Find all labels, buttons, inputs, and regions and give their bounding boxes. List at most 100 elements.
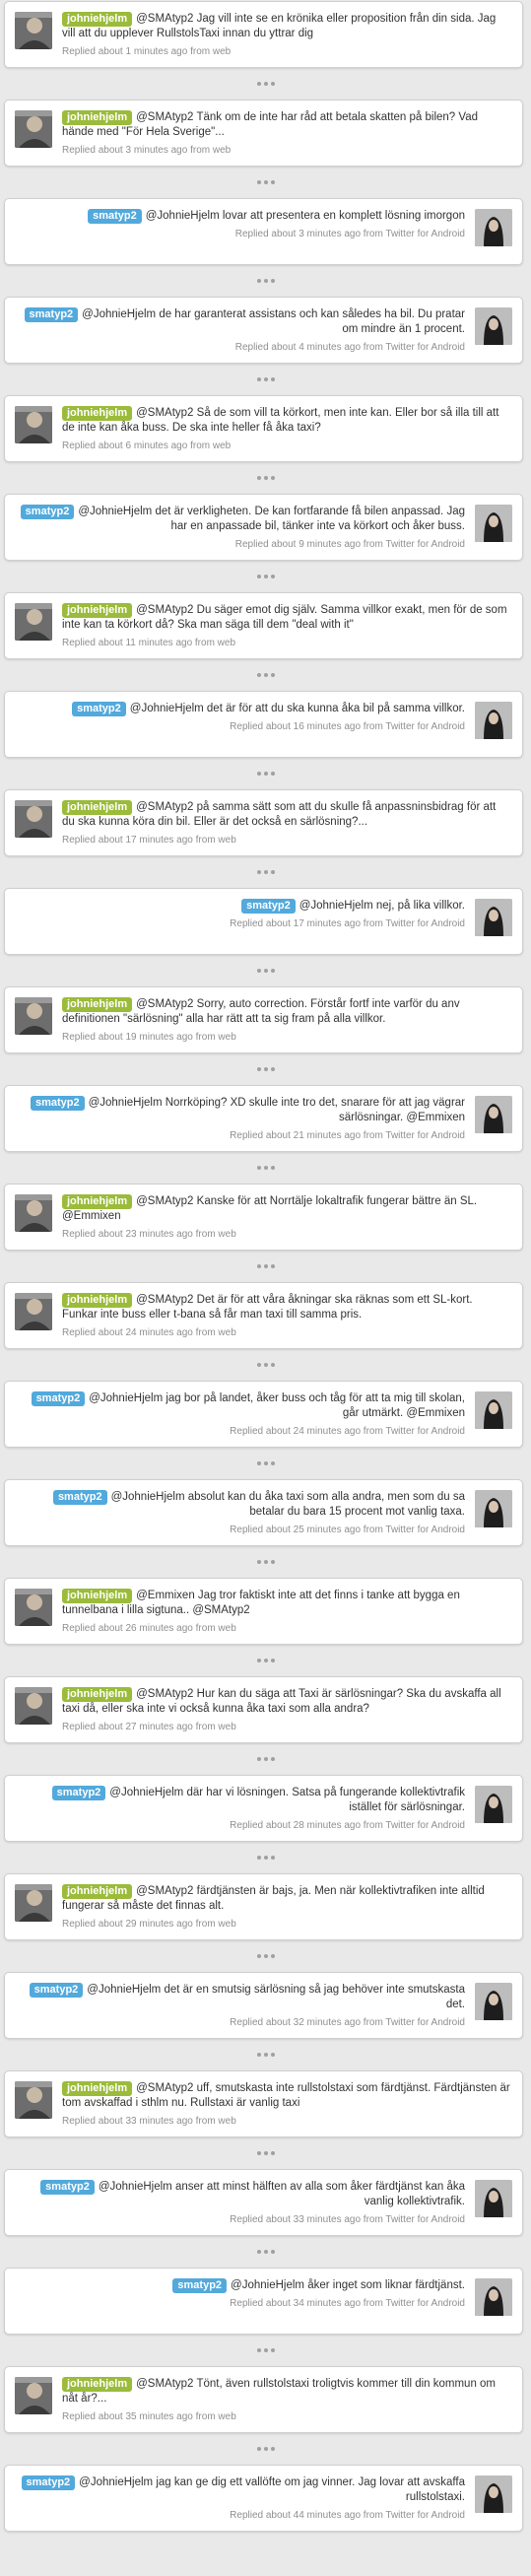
username-badge[interactable]: johniehjelm [62, 1194, 133, 1209]
ellipsis-icon[interactable] [0, 1458, 531, 1468]
username-badge[interactable]: smatyp2 [40, 2180, 95, 2195]
username-badge[interactable]: smatyp2 [21, 2475, 76, 2490]
tweet-content: johniehjelm @SMAtyp2 Det är för att våra … [62, 1293, 510, 1339]
tweet-content: johniehjelm @SMAtyp2 Så de som vill ta kö… [62, 406, 510, 452]
tweet-meta: Replied about 35 minutes ago from web [62, 2411, 236, 2422]
ellipsis-icon[interactable] [0, 966, 531, 976]
tweet-content: smatyp2 @JohnieHjelm där har vi lösningen… [17, 1786, 465, 1832]
username-badge[interactable]: smatyp2 [72, 702, 126, 716]
username-badge[interactable]: johniehjelm [62, 800, 133, 815]
username-badge[interactable]: smatyp2 [30, 1096, 85, 1111]
ellipsis-icon[interactable] [0, 1656, 531, 1665]
ellipsis-icon[interactable] [0, 1064, 531, 1074]
avatar[interactable] [15, 110, 52, 148]
tweet-content: smatyp2 @JohnieHjelm det är en smutsig sä… [17, 1983, 465, 2029]
username-badge[interactable]: smatyp2 [24, 307, 79, 322]
avatar[interactable] [475, 899, 512, 936]
tweet-meta: Replied about 28 minutes ago from Twitte… [230, 1820, 465, 1831]
username-badge[interactable]: smatyp2 [241, 899, 296, 914]
ellipsis-icon[interactable] [0, 769, 531, 779]
ellipsis-icon[interactable] [0, 177, 531, 187]
ellipsis-icon[interactable] [0, 276, 531, 286]
username-badge[interactable]: johniehjelm [62, 406, 133, 421]
avatar[interactable] [475, 1983, 512, 2020]
ellipsis-icon[interactable] [0, 1557, 531, 1567]
username-badge[interactable]: johniehjelm [62, 12, 133, 27]
avatar[interactable] [475, 1490, 512, 1527]
avatar[interactable] [475, 209, 512, 246]
username-badge[interactable]: smatyp2 [51, 1786, 106, 1800]
ellipsis-icon[interactable] [0, 1951, 531, 1961]
avatar[interactable] [15, 12, 52, 49]
ellipsis-icon[interactable] [0, 867, 531, 877]
avatar[interactable] [475, 702, 512, 739]
tweet-message: smatyp2 @JohnieHjelm det är en smutsig sä… [17, 1983, 465, 2012]
tweet-text: @JohnieHjelm de har garanterat assistans… [82, 308, 465, 335]
tweet-meta: Replied about 24 minutes ago from Twitte… [230, 1426, 465, 1437]
avatar[interactable] [475, 307, 512, 345]
username-badge[interactable]: johniehjelm [62, 1884, 133, 1899]
username-badge[interactable]: johniehjelm [62, 1293, 133, 1308]
avatar[interactable] [15, 2081, 52, 2119]
username-badge[interactable]: johniehjelm [62, 2081, 133, 2096]
avatar[interactable] [15, 997, 52, 1035]
avatar[interactable] [475, 1096, 512, 1133]
avatar[interactable] [15, 1687, 52, 1725]
avatar[interactable] [475, 1391, 512, 1429]
ellipsis-icon[interactable] [0, 473, 531, 483]
username-badge[interactable]: johniehjelm [62, 110, 133, 125]
username-badge[interactable]: johniehjelm [62, 1687, 133, 1702]
username-badge[interactable]: smatyp2 [88, 209, 142, 224]
tweet-card: johniehjelm @SMAtyp2 färdtjänsten är bajs… [4, 1873, 523, 1940]
username-badge[interactable]: smatyp2 [20, 505, 75, 519]
ellipsis-icon[interactable] [0, 2247, 531, 2257]
tweet-card: johniehjelm @SMAtyp2 Kanske för att Norrt… [4, 1184, 523, 1251]
ellipsis-icon[interactable] [0, 2050, 531, 2060]
tweet-message: johniehjelm @Emmixen Jag tror faktiskt in… [62, 1589, 510, 1618]
ellipsis-icon[interactable] [0, 1360, 531, 1370]
avatar[interactable] [475, 1786, 512, 1823]
username-badge[interactable]: johniehjelm [62, 1589, 133, 1603]
tweet-card: smatyp2 @JohnieHjelm nej, på lika villkor… [4, 888, 523, 955]
username-badge[interactable]: johniehjelm [62, 997, 133, 1012]
avatar[interactable] [475, 2475, 512, 2513]
tweet-text: @JohnieHjelm det är en smutsig särlösnin… [87, 1984, 465, 2010]
tweet-content: smatyp2 @JohnieHjelm anser att minst hälf… [17, 2180, 465, 2226]
avatar[interactable] [15, 1589, 52, 1626]
avatar[interactable] [15, 603, 52, 641]
ellipsis-icon[interactable] [0, 1261, 531, 1271]
ellipsis-icon[interactable] [0, 670, 531, 680]
username-badge[interactable]: smatyp2 [29, 1983, 84, 1998]
avatar[interactable] [475, 2278, 512, 2316]
username-badge[interactable]: smatyp2 [52, 1490, 107, 1505]
tweet-message: johniehjelm @SMAtyp2 Jag vill inte se en … [62, 12, 510, 41]
ellipsis-icon[interactable] [0, 374, 531, 384]
avatar[interactable] [15, 1293, 52, 1330]
ellipsis-icon[interactable] [0, 572, 531, 581]
avatar[interactable] [15, 2377, 52, 2414]
username-badge[interactable]: johniehjelm [62, 2377, 133, 2392]
avatar[interactable] [475, 2180, 512, 2217]
avatar[interactable] [15, 406, 52, 443]
avatar[interactable] [15, 800, 52, 838]
tweet-message: johniehjelm @SMAtyp2 Kanske för att Norrt… [62, 1194, 510, 1224]
tweet-meta: Replied about 27 minutes ago from web [62, 1722, 236, 1732]
ellipsis-icon[interactable] [0, 2444, 531, 2454]
ellipsis-icon[interactable] [0, 1754, 531, 1764]
avatar[interactable] [475, 505, 512, 542]
avatar[interactable] [15, 1194, 52, 1232]
username-badge[interactable]: smatyp2 [172, 2278, 228, 2293]
ellipsis-icon[interactable] [0, 1853, 531, 1863]
ellipsis-icon[interactable] [0, 2345, 531, 2355]
ellipsis-icon[interactable] [0, 79, 531, 89]
tweet-content: smatyp2 @JohnieHjelm de har garanterat as… [17, 307, 465, 354]
tweet-message: johniehjelm @SMAtyp2 Hur kan du säga att … [62, 1687, 510, 1717]
ellipsis-icon[interactable] [0, 1163, 531, 1173]
username-badge[interactable]: johniehjelm [62, 603, 133, 618]
tweet-card: smatyp2 @JohnieHjelm absolut kan du åka t… [4, 1479, 523, 1546]
avatar[interactable] [15, 1884, 52, 1922]
tweet-message: johniehjelm @SMAtyp2 Tönt, även rullstols… [62, 2377, 510, 2407]
ellipsis-icon[interactable] [0, 2148, 531, 2158]
tweet-meta: Replied about 3 minutes ago from Twitter… [234, 229, 465, 239]
username-badge[interactable]: smatyp2 [31, 1391, 86, 1406]
